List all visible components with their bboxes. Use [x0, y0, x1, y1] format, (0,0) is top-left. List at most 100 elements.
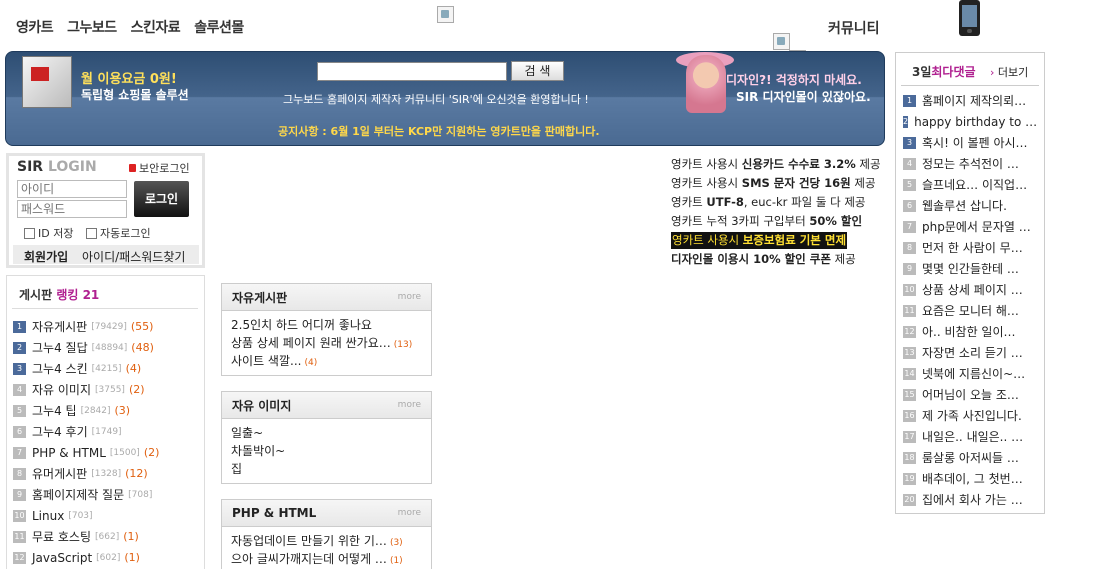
notice-line[interactable]: 공지사항 : 6월 1일 부터는 KCP만 지원하는 영카트만을 판매합니다. — [278, 123, 600, 139]
post-item[interactable]: 차돌박이~ — [231, 442, 422, 460]
ranking-item[interactable]: 6 그누4 후기 [1749] — [13, 421, 159, 442]
hot-item[interactable]: 1 홈페이지 제작의뢰… — [903, 90, 1037, 111]
hot-item[interactable]: 19 배추데이, 그 첫번… — [903, 468, 1037, 489]
hot-item[interactable]: 6 웹솔루션 삽니다. — [903, 195, 1037, 216]
hot-more-link[interactable]: › 더보기 — [990, 64, 1028, 80]
ranking-board-name[interactable]: 그누4 질답 — [32, 339, 88, 356]
ranking-board-name[interactable]: Linux — [32, 509, 64, 523]
hot-item[interactable]: 7 php문에서 문자열 … — [903, 216, 1037, 237]
promo-design-2[interactable]: SIR 디자인몰이 있잖아요. — [736, 88, 871, 105]
post-item[interactable]: 상품 상세 페이지 원래 싼가요… (13) — [231, 334, 422, 352]
hot-item-title[interactable]: 몇몇 인간들한테 … — [922, 260, 1019, 277]
ranking-board-name[interactable]: 홈페이지제작 질문 — [32, 486, 124, 503]
post-title[interactable]: 상품 상세 페이지 원래 싼가요… — [231, 336, 391, 350]
ranking-board-name[interactable]: 그누4 팁 — [32, 402, 77, 419]
hot-item-title[interactable]: 어머님이 오늘 조… — [922, 386, 1019, 403]
checkbox-box[interactable] — [86, 227, 97, 239]
promo-line[interactable]: 영카트 사용시 신용카드 수수료 3.2% 제공 — [671, 156, 881, 175]
hot-item[interactable]: 14 넷북에 지름신이~… — [903, 363, 1037, 384]
nav-solution-mall[interactable]: 솔루션몰 — [194, 17, 244, 37]
hot-item-title[interactable]: 요즘은 모니터 해… — [922, 302, 1019, 319]
board-title[interactable]: 자유게시판 — [232, 289, 287, 306]
hot-item-title[interactable]: 먼저 한 사람이 무… — [922, 239, 1023, 256]
hot-item[interactable]: 13 자장면 소리 듣기 … — [903, 342, 1037, 363]
hot-item-title[interactable]: 내일은.. 내일은.. … — [922, 428, 1023, 445]
post-title[interactable]: 사이트 색깔... — [231, 354, 301, 368]
find-account-link[interactable]: 아이디/패스워드찾기 — [82, 248, 185, 265]
hot-item-title[interactable]: 혹시! 이 볼펜 아시… — [922, 134, 1028, 151]
ranking-item[interactable]: 1 자유게시판 [79429] (55) — [13, 316, 159, 337]
hot-item[interactable]: 16 제 가족 사진입니다. — [903, 405, 1037, 426]
search-button[interactable]: 검 색 — [511, 61, 564, 81]
post-item[interactable]: 자동업데이트 만들기 위한 기… (3) — [231, 532, 422, 550]
ranking-board-name[interactable]: 자유 이미지 — [32, 381, 91, 398]
password-field[interactable] — [17, 200, 127, 218]
board-title[interactable]: 자유 이미지 — [232, 397, 291, 414]
secure-login-link[interactable]: 보안로그인 — [129, 160, 190, 176]
promo-free-fee[interactable]: 월 이용요금 0원! — [81, 68, 177, 87]
post-title[interactable]: 차돌박이~ — [231, 444, 285, 458]
post-item[interactable]: 사이트 색깔... (4) — [231, 352, 422, 370]
mobile-phone-icon[interactable] — [959, 0, 980, 36]
ranking-board-name[interactable]: 그누4 후기 — [32, 423, 88, 440]
more-link[interactable]: more — [398, 400, 421, 410]
notice-text[interactable]: 6월 1일 부터는 KCP만 지원하는 영카트만을 판매합니다. — [331, 125, 600, 138]
hot-item[interactable]: 10 상품 상세 페이지 … — [903, 279, 1037, 300]
product-box-icon[interactable] — [22, 56, 72, 108]
hot-item-title[interactable]: 제 가족 사진입니다. — [922, 407, 1022, 424]
post-title[interactable]: 집 — [231, 462, 242, 476]
hot-item-title[interactable]: 홈페이지 제작의뢰… — [922, 92, 1026, 109]
hot-item-title[interactable]: happy birthday to … — [914, 115, 1037, 129]
post-title[interactable]: 으아 글씨가깨지는데 어떻게 … — [231, 552, 387, 566]
ranking-board-name[interactable]: 그누4 스킨 — [32, 360, 88, 377]
promo-line[interactable]: 영카트 UTF-8, euc-kr 파일 둘 다 제공 — [671, 194, 881, 213]
post-item[interactable]: 2.5인치 하드 어디꺼 좋나요 — [231, 316, 422, 334]
ranking-board-name[interactable]: PHP & HTML — [32, 446, 106, 460]
promo-line[interactable]: 영카트 사용시 SMS 문자 건당 16원 제공 — [671, 175, 881, 194]
checkbox-box[interactable] — [24, 227, 35, 239]
promo-line[interactable]: 영카트 누적 3카피 구입부터 50% 할인 — [671, 213, 881, 232]
ranking-item[interactable]: 8 유머게시판 [1328] (12) — [13, 463, 159, 484]
hot-item[interactable]: 4 정모는 추석전이 … — [903, 153, 1037, 174]
post-item[interactable]: 으아 글씨가깨지는데 어떻게 … (1) — [231, 550, 422, 568]
hot-item-title[interactable]: 넷북에 지름신이~… — [922, 365, 1025, 382]
post-title[interactable]: 일출~ — [231, 426, 263, 440]
promo-shopping-mall[interactable]: 독립형 쇼핑몰 솔루션 — [81, 86, 189, 103]
nav-community[interactable]: 커뮤니티 — [828, 18, 880, 38]
ranking-item[interactable]: 12 JavaScript [602] (1) — [13, 547, 159, 568]
ranking-item[interactable]: 7 PHP & HTML [1500] (2) — [13, 442, 159, 463]
hot-item-title[interactable]: 슬프네요… 이직업… — [922, 176, 1027, 193]
ranking-board-name[interactable]: 무료 호스팅 — [32, 528, 91, 545]
hot-item[interactable]: 3 혹시! 이 볼펜 아시… — [903, 132, 1037, 153]
post-item[interactable]: 일출~ — [231, 424, 422, 442]
hot-item-title[interactable]: 자장면 소리 듣기 … — [922, 344, 1023, 361]
hot-item[interactable]: 9 몇몇 인간들한테 … — [903, 258, 1037, 279]
promo-design-1[interactable]: 디자인?! 걱정하지 마세요. — [726, 71, 862, 88]
save-id-checkbox[interactable]: ID 저장 — [24, 225, 73, 241]
ranking-item[interactable]: 9 홈페이지제작 질문 [708] — [13, 484, 159, 505]
hot-item-title[interactable]: php문에서 문자열 … — [922, 218, 1031, 235]
post-title[interactable]: 자동업데이트 만들기 위한 기… — [231, 534, 387, 548]
hot-item[interactable]: 20 집에서 회사 가는 … — [903, 489, 1037, 510]
hot-item-title[interactable]: 웹솔루션 삽니다. — [922, 197, 1007, 214]
hot-item-title[interactable]: 집에서 회사 가는 … — [922, 491, 1023, 508]
post-item[interactable]: 집 — [231, 460, 422, 478]
more-link[interactable]: more — [398, 292, 421, 302]
hot-item[interactable]: 8 먼저 한 사람이 무… — [903, 237, 1037, 258]
ranking-board-name[interactable]: JavaScript — [32, 551, 92, 565]
login-button[interactable]: 로그인 — [134, 181, 189, 217]
join-link[interactable]: 회원가입 — [24, 248, 68, 265]
username-field[interactable] — [17, 180, 127, 198]
search-input[interactable] — [317, 62, 507, 81]
hot-item[interactable]: 15 어머님이 오늘 조… — [903, 384, 1037, 405]
board-title[interactable]: PHP & HTML — [232, 506, 316, 520]
hot-item-title[interactable]: 룸살롱 아저씨들 … — [922, 449, 1019, 466]
ranking-item[interactable]: 5 그누4 팁 [2842] (3) — [13, 400, 159, 421]
ranking-item[interactable]: 11 무료 호스팅 [662] (1) — [13, 526, 159, 547]
post-title[interactable]: 2.5인치 하드 어디꺼 좋나요 — [231, 318, 372, 332]
hot-item-title[interactable]: 상품 상세 페이지 … — [922, 281, 1023, 298]
nav-youngcart[interactable]: 영카트 — [16, 17, 54, 37]
hot-item[interactable]: 11 요즘은 모니터 해… — [903, 300, 1037, 321]
nav-skins[interactable]: 스킨자료 — [131, 17, 181, 37]
ranking-item[interactable]: 10 Linux [703] — [13, 505, 159, 526]
